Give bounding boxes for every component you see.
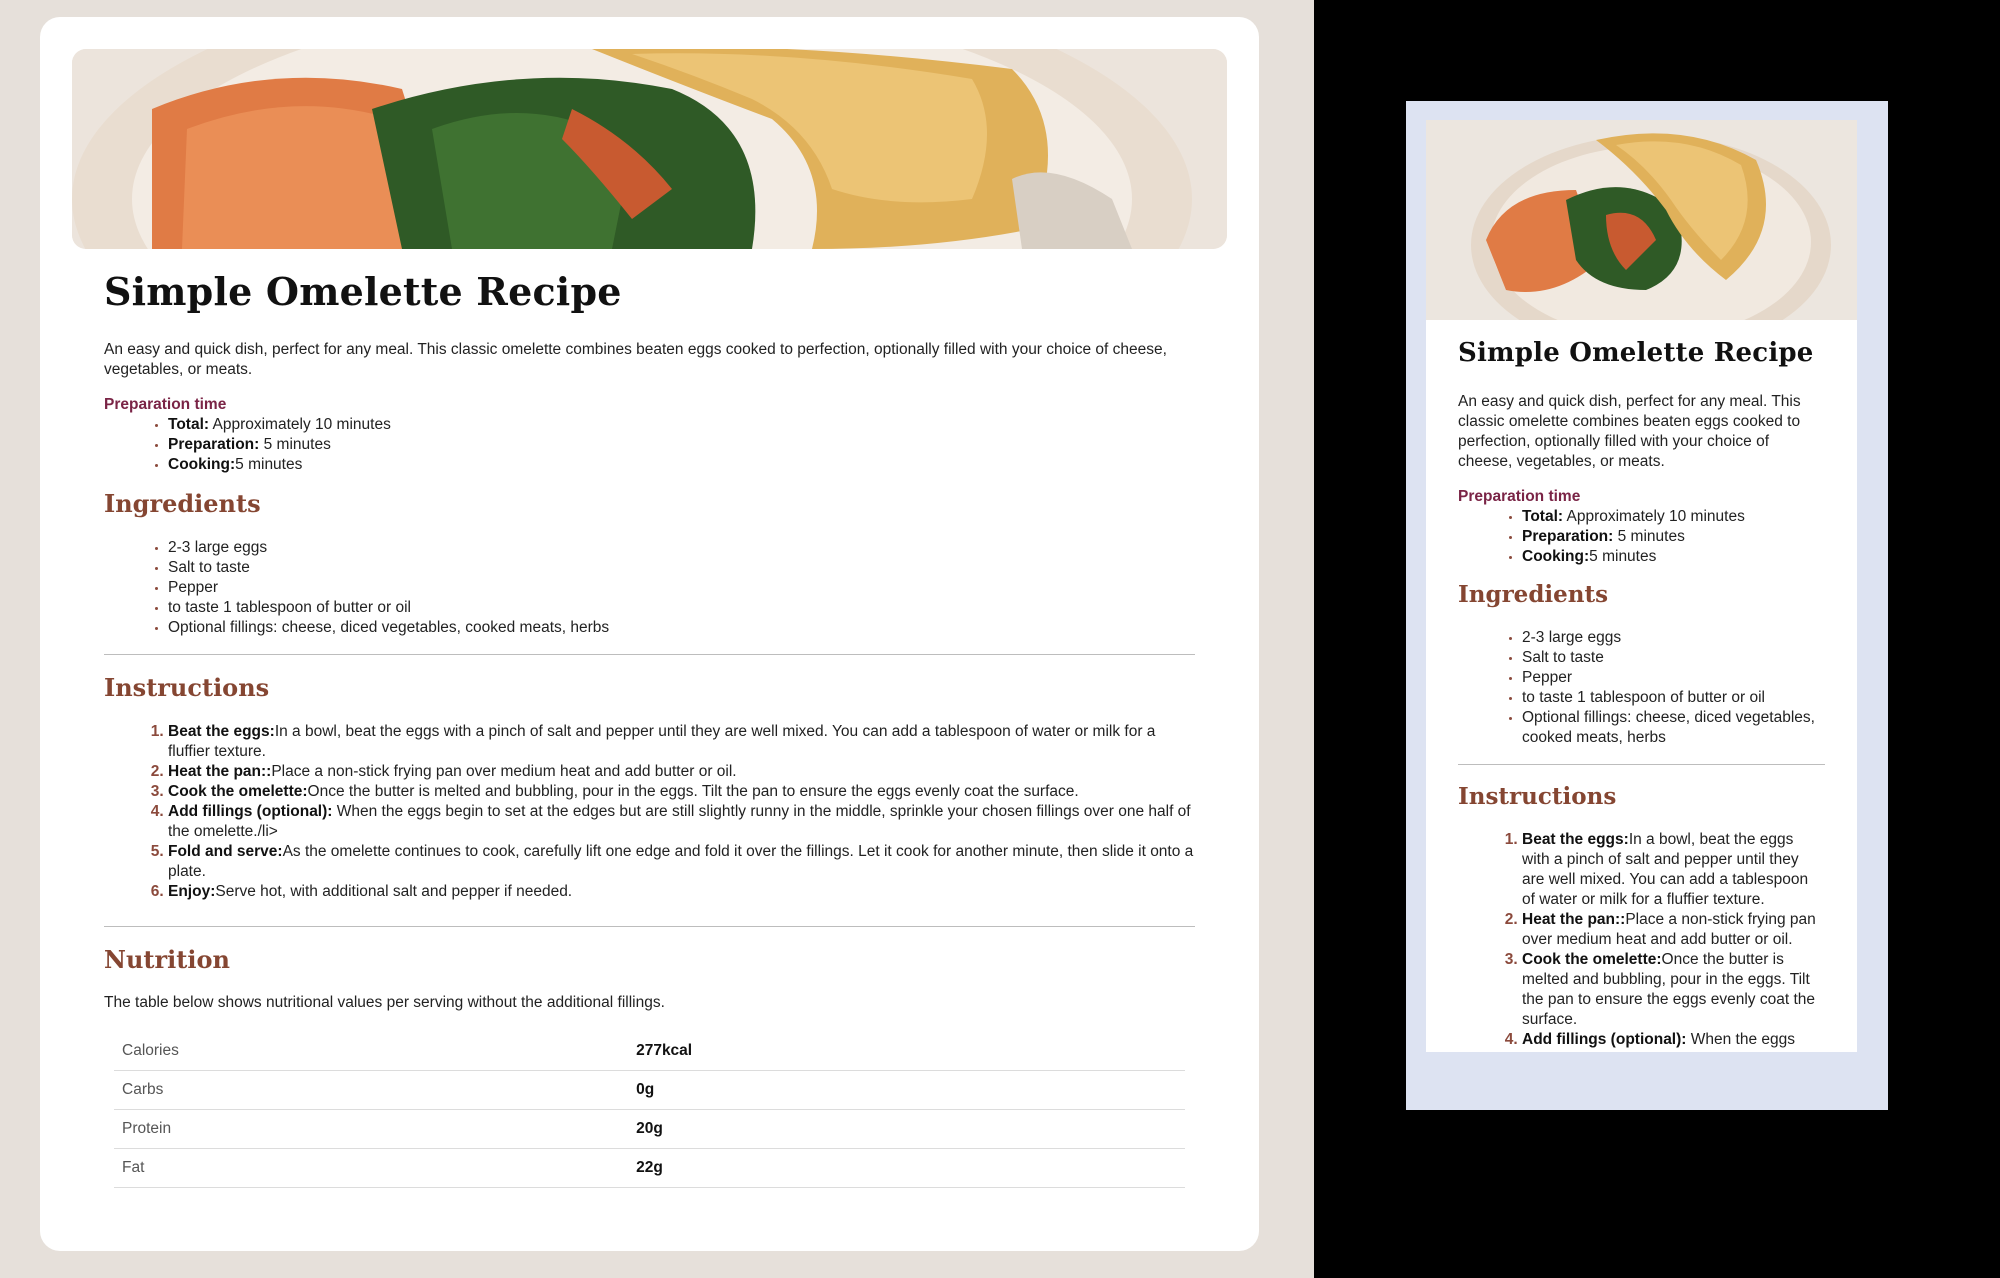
prep-item-value: 5 minutes bbox=[235, 456, 303, 473]
instructions-list: Beat the eggs:In a bowl, beat the eggs w… bbox=[1458, 830, 1825, 1052]
step-label: Beat the eggs: bbox=[168, 723, 275, 740]
table-row: Calories 277kcal bbox=[114, 1032, 1185, 1071]
preparation-time-title: Preparation time bbox=[104, 396, 227, 413]
section-divider bbox=[1458, 764, 1825, 765]
ingredients-list: 2-3 large eggs Salt to taste Pepper to t… bbox=[104, 538, 1195, 638]
prep-item: Total: Approximately 10 minutes bbox=[1522, 507, 1825, 527]
ingredient-item: Optional fillings: cheese, diced vegetab… bbox=[1522, 708, 1825, 748]
prep-item: Cooking:5 minutes bbox=[1522, 547, 1825, 567]
ingredient-item: Salt to taste bbox=[168, 558, 1195, 578]
step-label: Add fillings (optional): bbox=[1522, 1031, 1687, 1048]
recipe-title: Simple Omelette Recipe bbox=[1458, 338, 1814, 368]
prep-item-value: 5 minutes bbox=[1613, 528, 1685, 545]
instruction-step: Beat the eggs:In a bowl, beat the eggs w… bbox=[1522, 830, 1825, 910]
prep-item: Cooking:5 minutes bbox=[168, 455, 1195, 475]
ingredients-heading: Ingredients bbox=[104, 489, 261, 518]
ingredient-item: Pepper bbox=[168, 578, 1195, 598]
ingredient-item: to taste 1 tablespoon of butter or oil bbox=[1522, 688, 1825, 708]
preparation-time-box: Preparation time Total: Approximately 10… bbox=[1458, 488, 1825, 567]
nutrient-value: 20g bbox=[628, 1109, 1185, 1149]
step-label: Beat the eggs: bbox=[1522, 831, 1629, 848]
ingredient-item: to taste 1 tablespoon of butter or oil bbox=[168, 598, 1195, 618]
ingredient-item: Pepper bbox=[1522, 668, 1825, 688]
prep-item-label: Preparation: bbox=[1522, 528, 1614, 545]
preparation-time-list: Total: Approximately 10 minutes Preparat… bbox=[1458, 507, 1825, 567]
prep-item-label: Preparation: bbox=[168, 436, 260, 453]
step-text: Once the butter is melted and bubbling, … bbox=[307, 783, 1079, 800]
instruction-step: Fold and serve:As the omelette continues… bbox=[168, 842, 1195, 882]
instruction-step: Add fillings (optional): When the eggs b… bbox=[1522, 1030, 1825, 1052]
instruction-step: Add fillings (optional): When the eggs b… bbox=[168, 802, 1195, 842]
nutrition-heading: Nutrition bbox=[104, 945, 230, 974]
step-label: Enjoy: bbox=[168, 883, 216, 900]
instruction-step: Heat the pan::Place a non-stick frying p… bbox=[168, 762, 1195, 782]
step-text: As the omelette continues to cook, caref… bbox=[168, 843, 1194, 880]
prep-item-label: Cooking: bbox=[168, 456, 236, 473]
instructions-heading: Instructions bbox=[104, 673, 270, 702]
step-label: Heat the pan:: bbox=[168, 763, 272, 780]
preparation-time-box: Preparation time Total: Approximately 10… bbox=[104, 396, 1195, 475]
instruction-step: Enjoy:Serve hot, with additional salt an… bbox=[168, 882, 1195, 902]
nutrient-name: Calories bbox=[114, 1032, 629, 1071]
omelette-photo bbox=[72, 49, 1227, 249]
prep-item: Preparation: 5 minutes bbox=[168, 435, 1195, 455]
instruction-step: Cook the omelette:Once the butter is mel… bbox=[1522, 950, 1825, 1030]
prep-item-label: Cooking: bbox=[1522, 548, 1590, 565]
instructions-heading: Instructions bbox=[1458, 783, 1617, 810]
nutrient-value: 0g bbox=[628, 1070, 1185, 1110]
ingredient-item: Salt to taste bbox=[1522, 648, 1825, 668]
nutrient-name: Fat bbox=[114, 1148, 629, 1188]
recipe-description: An easy and quick dish, perfect for any … bbox=[1458, 393, 1801, 470]
recipe-title: Simple Omelette Recipe bbox=[104, 269, 622, 314]
nutrition-note: The table below shows nutritional values… bbox=[104, 994, 665, 1011]
prep-item: Preparation: 5 minutes bbox=[1522, 527, 1825, 547]
hero-image bbox=[72, 49, 1227, 249]
table-row: Carbs 0g bbox=[114, 1070, 1185, 1110]
prep-item-value: 5 minutes bbox=[1589, 548, 1657, 565]
prep-item-value: 5 minutes bbox=[259, 436, 331, 453]
section-divider bbox=[104, 654, 1195, 655]
ingredient-item: Optional fillings: cheese, diced vegetab… bbox=[168, 618, 1195, 638]
ingredient-item: 2-3 large eggs bbox=[168, 538, 1195, 558]
ingredient-item: 2-3 large eggs bbox=[1522, 628, 1825, 648]
step-text: Place a non-stick frying pan over medium… bbox=[271, 763, 737, 780]
section-divider bbox=[104, 926, 1195, 927]
table-row: Fat 22g bbox=[114, 1148, 1185, 1188]
ingredients-list: 2-3 large eggs Salt to taste Pepper to t… bbox=[1458, 628, 1825, 748]
step-text: Serve hot, with additional salt and pepp… bbox=[215, 883, 573, 900]
step-label: Fold and serve: bbox=[168, 843, 283, 860]
prep-item-value: Approximately 10 minutes bbox=[1563, 508, 1745, 525]
table-row: Protein 20g bbox=[114, 1109, 1185, 1149]
omelette-photo bbox=[1426, 120, 1857, 320]
preparation-time-list: Total: Approximately 10 minutes Preparat… bbox=[104, 415, 1195, 475]
prep-item: Total: Approximately 10 minutes bbox=[168, 415, 1195, 435]
instruction-step: Beat the eggs:In a bowl, beat the eggs w… bbox=[168, 722, 1195, 762]
step-label: Heat the pan:: bbox=[1522, 911, 1626, 928]
step-label: Add fillings (optional): bbox=[168, 803, 333, 820]
prep-item-value: Approximately 10 minutes bbox=[209, 416, 391, 433]
nutrient-value: 277kcal bbox=[628, 1032, 1185, 1071]
nutrient-value: 22g bbox=[628, 1148, 1185, 1188]
nutrient-name: Protein bbox=[114, 1109, 629, 1149]
recipe-card-mobile: Simple Omelette Recipe An easy and quick… bbox=[1426, 120, 1857, 1052]
prep-item-label: Total: bbox=[168, 416, 210, 433]
preparation-time-title: Preparation time bbox=[1458, 488, 1581, 505]
hero-image bbox=[1426, 120, 1857, 320]
nutrition-table: Calories 277kcal Carbs 0g Protein 20g Fat 22… bbox=[114, 1032, 1185, 1188]
recipe-card-desktop: Simple Omelette Recipe An easy and quick… bbox=[40, 17, 1259, 1251]
prep-item-label: Total: bbox=[1522, 508, 1564, 525]
step-text: In a bowl, beat the eggs with a pinch of… bbox=[168, 723, 1156, 760]
instruction-step: Cook the omelette:Once the butter is mel… bbox=[168, 782, 1195, 802]
instructions-list: Beat the eggs:In a bowl, beat the eggs w… bbox=[104, 722, 1195, 902]
step-label: Cook the omelette: bbox=[168, 783, 308, 800]
nutrient-name: Carbs bbox=[114, 1070, 629, 1110]
ingredients-heading: Ingredients bbox=[1458, 581, 1609, 608]
instruction-step: Heat the pan::Place a non-stick frying p… bbox=[1522, 910, 1825, 950]
step-label: Cook the omelette: bbox=[1522, 951, 1662, 968]
recipe-description: An easy and quick dish, perfect for any … bbox=[104, 341, 1167, 378]
